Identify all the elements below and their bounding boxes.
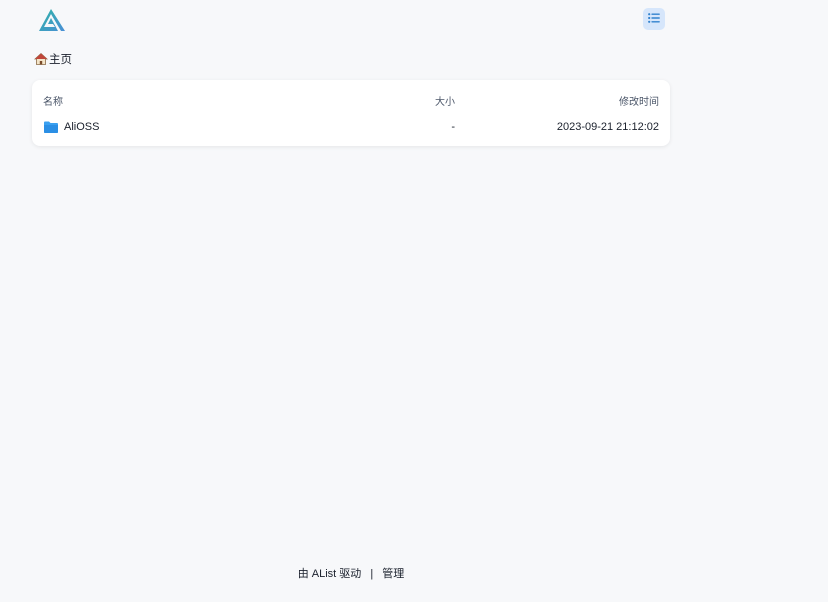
- header: [0, 0, 828, 40]
- column-header-name[interactable]: 名称: [43, 93, 63, 108]
- powered-by-link[interactable]: 由 AList 驱动: [298, 568, 362, 580]
- list-icon: [648, 10, 660, 28]
- breadcrumb-home-link[interactable]: 主页: [49, 51, 72, 67]
- folder-icon: [43, 120, 59, 134]
- footer: 由 AList 驱动 | 管理: [0, 565, 702, 581]
- breadcrumb: 主页: [33, 50, 72, 68]
- file-modified: 2023-09-21 21:12:02: [556, 121, 659, 133]
- file-row[interactable]: AliOSS - 2023-09-21 21:12:02: [32, 116, 670, 142]
- footer-separator: |: [370, 568, 374, 580]
- file-name[interactable]: AliOSS: [64, 121, 99, 133]
- alist-logo-icon[interactable]: [37, 6, 67, 33]
- manage-link[interactable]: 管理: [382, 568, 404, 580]
- column-header-size[interactable]: 大小: [435, 93, 455, 108]
- file-size: -: [451, 121, 455, 133]
- house-icon: [33, 52, 49, 66]
- layout-toggle-button[interactable]: [643, 8, 665, 30]
- file-list: 名称 大小 修改时间 AliOSS - 2023-09-21 21:12:02: [32, 80, 670, 146]
- column-header-modified[interactable]: 修改时间: [619, 93, 659, 108]
- file-list-header: 名称 大小 修改时间: [32, 80, 670, 116]
